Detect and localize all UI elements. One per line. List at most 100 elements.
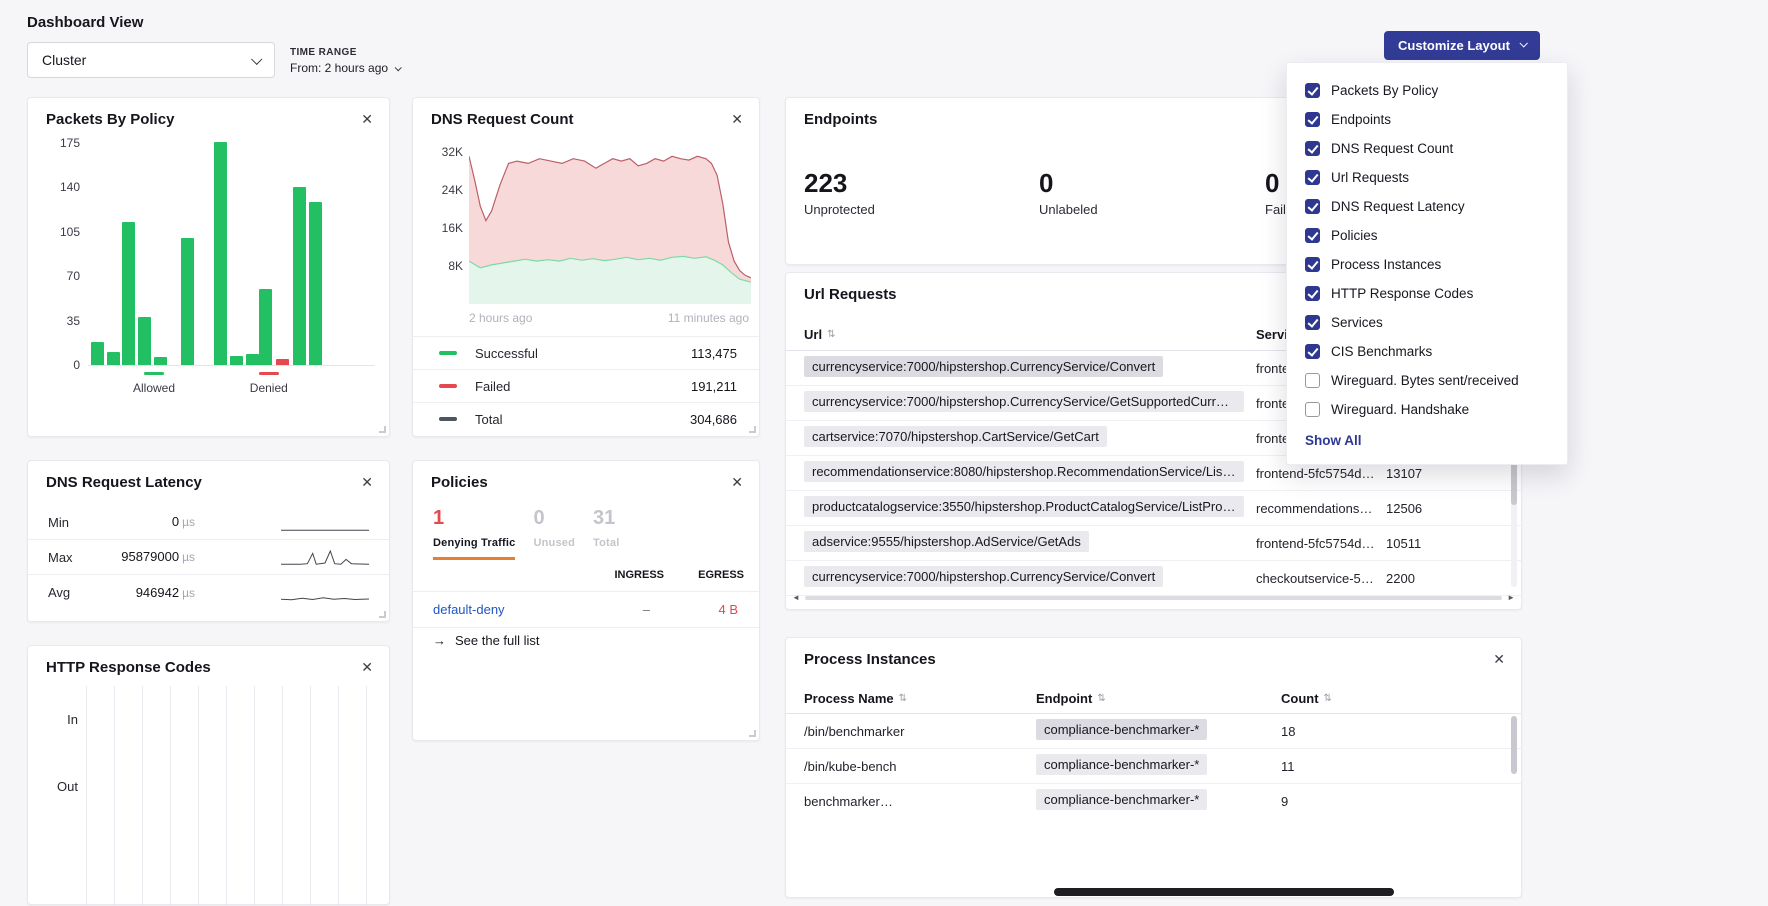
customize-menu-item[interactable]: Policies: [1305, 221, 1549, 250]
latency-row: Avg946942µs: [28, 575, 389, 610]
sort-icon: ⇅: [1097, 693, 1105, 704]
process-instance-row[interactable]: /bin/benchmarkercompliance-benchmarker-*…: [786, 714, 1521, 749]
customize-menu-item-label: Wireguard. Handshake: [1331, 402, 1469, 417]
customize-menu-item[interactable]: Wireguard. Bytes sent/received: [1305, 366, 1549, 395]
y-axis-tick-label: 70: [67, 269, 80, 283]
policy-row[interactable]: default-deny – 4 B: [413, 591, 759, 628]
scrollbar-track[interactable]: [805, 596, 1502, 600]
process-instance-row[interactable]: /bin/kube-benchcompliance-benchmarker-*1…: [786, 749, 1521, 784]
customize-layout-menu: Packets By Policy EndpointsDNS Request Co…: [1286, 62, 1568, 465]
close-icon[interactable]: ✕: [1490, 649, 1508, 669]
show-all-link[interactable]: Show All: [1305, 433, 1362, 448]
see-full-list-link[interactable]: → See the full list: [433, 633, 540, 648]
resize-handle-icon[interactable]: [749, 730, 756, 737]
page-horizontal-scrollbar-thumb[interactable]: [1054, 888, 1394, 896]
time-range-value[interactable]: From: 2 hours ago: [290, 61, 400, 75]
stat-label: Unused: [533, 537, 575, 549]
latency-label: Min: [48, 515, 100, 530]
legend-swatch-icon: [439, 417, 457, 421]
column-header[interactable]: Process Name⇅: [786, 691, 1036, 706]
policy-stat[interactable]: 0Unused: [533, 507, 575, 560]
customize-menu-item[interactable]: Process Instances: [1305, 250, 1549, 279]
checkbox-icon[interactable]: [1305, 344, 1320, 359]
vertical-scrollbar[interactable]: [1511, 716, 1517, 886]
checkbox-icon[interactable]: [1305, 112, 1320, 127]
bar: [154, 357, 167, 365]
scrollbar-thumb[interactable]: [1511, 716, 1517, 774]
y-axis-tick-label: 32K: [442, 145, 463, 159]
stat-value: 31: [593, 507, 619, 530]
url-request-row[interactable]: adservice:9555/hipstershop.AdService/Get…: [786, 526, 1521, 561]
latency-number: 946942: [136, 585, 179, 600]
count-cell: 13107: [1386, 466, 1521, 481]
url-request-row[interactable]: productcatalogservice:3550/hipstershop.P…: [786, 491, 1521, 526]
legend-value: 304,686: [690, 412, 737, 427]
checkbox-icon[interactable]: [1305, 199, 1320, 214]
checkbox-icon[interactable]: [1305, 257, 1320, 272]
customize-menu-item-label: Wireguard. Bytes sent/received: [1331, 373, 1519, 388]
checkbox-icon[interactable]: [1305, 373, 1320, 388]
url-cell: productcatalogservice:3550/hipstershop.P…: [786, 496, 1256, 520]
customize-menu-item[interactable]: Packets By Policy: [1305, 76, 1549, 105]
checkbox-icon[interactable]: [1305, 402, 1320, 417]
card-title: Process Instances: [804, 651, 936, 668]
customize-menu-item[interactable]: Services: [1305, 308, 1549, 337]
checkbox-icon[interactable]: [1305, 286, 1320, 301]
group-marker: [144, 372, 164, 375]
customize-menu-item-label: Packets By Policy: [1331, 83, 1438, 98]
card-title: Url Requests: [804, 286, 897, 303]
policy-name-link[interactable]: default-deny: [433, 602, 505, 617]
checkbox-icon[interactable]: [1305, 315, 1320, 330]
column-header-label: Process Name: [804, 691, 894, 706]
latency-label: Avg: [48, 585, 100, 600]
legend-swatch-icon: [439, 351, 457, 355]
url-chip: currencyservice:7000/hipstershop.Currenc…: [804, 356, 1163, 377]
policy-stat[interactable]: 1Denying Traffic: [433, 507, 515, 560]
bar: [91, 342, 104, 365]
count-cell: 18: [1281, 724, 1521, 739]
resize-handle-icon[interactable]: [379, 426, 386, 433]
latency-value: 0µs: [100, 513, 195, 531]
url-request-row[interactable]: currencyservice:7000/hipstershop.Currenc…: [786, 561, 1521, 596]
latency-sparkline: [281, 581, 369, 605]
checkbox-icon[interactable]: [1305, 170, 1320, 185]
checkbox-icon[interactable]: [1305, 141, 1320, 156]
checkbox-icon[interactable]: [1305, 228, 1320, 243]
process-instance-row[interactable]: benchmarker…compliance-benchmarker-*9: [786, 784, 1521, 810]
customize-menu-item[interactable]: Endpoints: [1305, 105, 1549, 134]
scroll-right-icon[interactable]: ►: [1507, 594, 1515, 602]
scroll-left-icon[interactable]: ◄: [792, 594, 800, 602]
latency-value: 946942µs: [100, 584, 195, 602]
service-cell: frontend-5fc5754db…: [1256, 466, 1386, 481]
column-header-label: Endpoint: [1036, 691, 1092, 706]
customize-menu-item[interactable]: CIS Benchmarks: [1305, 337, 1549, 366]
endpoint-stat: 0Unlabeled: [1039, 168, 1098, 217]
customize-menu-item[interactable]: DNS Request Count: [1305, 134, 1549, 163]
endpoint-stat: 223Unprotected: [804, 168, 875, 217]
customize-layout-button[interactable]: Customize Layout: [1384, 31, 1540, 60]
customize-menu-item[interactable]: DNS Request Latency: [1305, 192, 1549, 221]
column-header[interactable]: Count⇅: [1281, 691, 1521, 706]
column-header[interactable]: Endpoint ⇅: [1036, 691, 1281, 706]
card-dns-request-latency: DNS Request Latency ✕ Min0µsMax95879000µ…: [27, 460, 390, 622]
resize-handle-icon[interactable]: [749, 426, 756, 433]
horizontal-scrollbar[interactable]: ◄ ►: [792, 593, 1515, 603]
customize-menu-item[interactable]: Wireguard. Handshake: [1305, 395, 1549, 424]
card-title: DNS Request Latency: [46, 474, 202, 491]
customize-menu-item-label: Url Requests: [1331, 170, 1409, 185]
close-icon[interactable]: ✕: [358, 472, 376, 492]
close-icon[interactable]: ✕: [728, 109, 746, 129]
policy-stat[interactable]: 31Total: [593, 507, 619, 560]
checkbox-icon[interactable]: [1305, 83, 1320, 98]
close-icon[interactable]: ✕: [358, 109, 376, 129]
view-scope-select[interactable]: Cluster: [27, 42, 275, 78]
customize-menu-item[interactable]: HTTP Response Codes: [1305, 279, 1549, 308]
close-icon[interactable]: ✕: [728, 472, 746, 492]
customize-menu-item[interactable]: Url Requests: [1305, 163, 1549, 192]
time-range-control: TIME RANGE From: 2 hours ago: [290, 47, 400, 75]
latency-sparkline: [281, 510, 369, 534]
process-name-cell: /bin/benchmarker: [786, 724, 1036, 739]
column-header[interactable]: Url⇅: [786, 327, 1256, 342]
resize-handle-icon[interactable]: [379, 611, 386, 618]
customize-menu-item-label: DNS Request Latency: [1331, 199, 1465, 214]
